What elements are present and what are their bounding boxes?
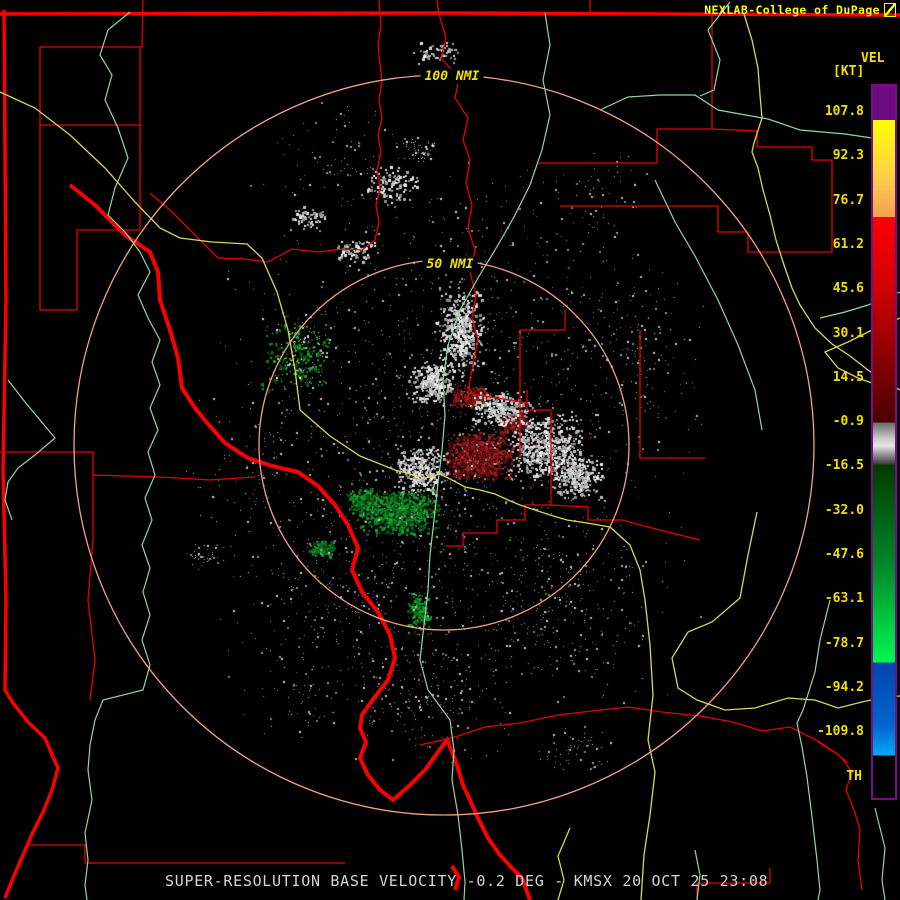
river-central: [419, 12, 551, 900]
county-center-east: [519, 310, 566, 458]
county-bottom: [28, 844, 345, 864]
road-se-loop: [671, 511, 900, 711]
highway-left-border: [1, 9, 60, 899]
colorbar-tick: 107.8: [824, 104, 864, 119]
colorbar-tick: -78.7: [824, 635, 864, 651]
county-wavy-west: [149, 0, 383, 263]
river-ne-descending: [654, 179, 763, 431]
river-west-wiggle: [4, 379, 56, 521]
colorbar-tick: -47.6: [824, 547, 864, 562]
colorbar: [871, 84, 897, 800]
county-se-squiggle: [817, 741, 863, 891]
colorbar-tick: -109.8: [817, 724, 864, 740]
colorbar-tick: -94.2: [824, 679, 864, 695]
range-ring-label-50nmi: 50 NMI: [422, 257, 478, 272]
colorbar-tick: -32.0: [824, 502, 864, 518]
brand-logo-icon: [884, 3, 896, 17]
colorbar-tick: 45.6: [832, 281, 864, 297]
river-se-corner: [874, 807, 886, 900]
county-center-step2: [550, 504, 701, 541]
range-ring-50nmi: [258, 259, 630, 631]
range-ring-label-100nmi: 100 NMI: [420, 69, 484, 84]
county-box-nw2: [39, 125, 141, 311]
colorbar-tick: -63.1: [824, 591, 864, 607]
colorbar-tick: 76.7: [832, 192, 864, 208]
colorbar-tick: -16.5: [824, 458, 864, 474]
county-ne-step1: [540, 15, 713, 164]
county-wavy-north: [436, 0, 528, 404]
colorbar-tick: -0.9: [832, 414, 864, 430]
range-ring-100nmi: [73, 74, 815, 816]
river-nw-long: [84, 11, 161, 900]
county-east-vert: [639, 330, 705, 459]
brand: NEXLAB-College of DuPage: [704, 3, 896, 17]
colorbar-tick: 30.1: [832, 325, 864, 341]
county-center-step: [445, 390, 552, 547]
county-ne-step2: [560, 128, 833, 253]
colorbar-tick: 92.3: [832, 148, 864, 164]
county-west-spur: [92, 474, 256, 481]
county-west: [0, 451, 96, 701]
colorbar-tick: 61.2: [832, 236, 864, 252]
colorbar-threshold-label: TH: [846, 769, 862, 784]
brand-text: NEXLAB-College of DuPage: [704, 3, 880, 17]
colorbar-units: [KT]: [833, 64, 865, 79]
colorbar-tick: 14.5: [832, 369, 864, 385]
county-se-wavy: [419, 706, 849, 764]
county-box-nw: [39, 0, 144, 126]
radar-display: 100 NMI 50 NMI NEXLAB-College of DuPage …: [0, 0, 900, 900]
map-overlay: [0, 0, 900, 900]
colorbar-title: VEL: [861, 51, 885, 66]
status-bar: SUPER-RESOLUTION BASE VELOCITY -0.2 DEG …: [165, 872, 769, 890]
